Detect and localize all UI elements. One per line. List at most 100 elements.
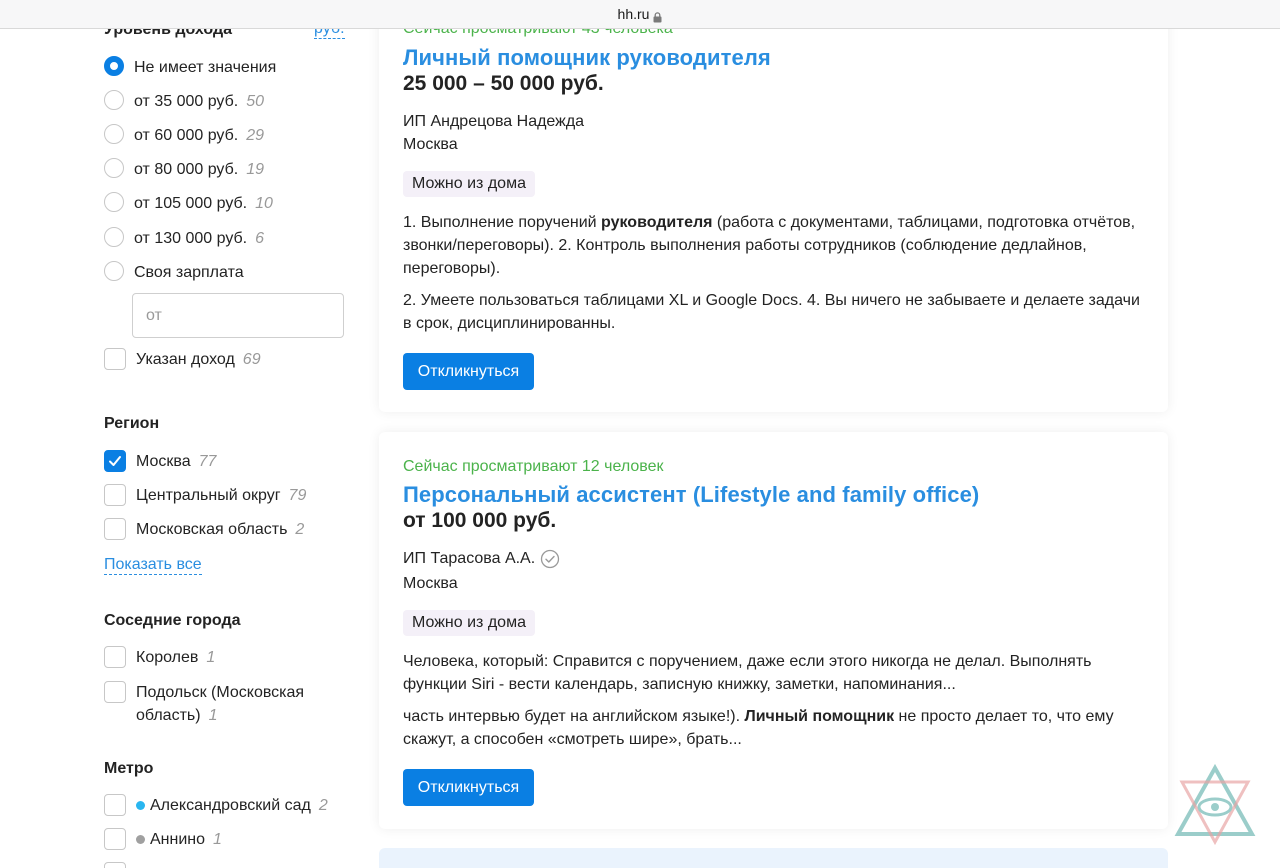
radio[interactable]: [104, 227, 124, 247]
region-option-moscow-oblast[interactable]: Московская область 2: [104, 518, 349, 541]
radio[interactable]: [104, 158, 124, 178]
checkbox[interactable]: [104, 862, 126, 868]
vacancy-card: Сейчас просматривают 43 человека Личный …: [379, 0, 1168, 412]
vacancy-responsibility-snippet: часть интервью будет на английском языке…: [403, 705, 1148, 751]
viewers-count: Сейчас просматривают 12 человек: [403, 458, 664, 475]
watermark-logo: [1172, 762, 1258, 848]
employer-link[interactable]: ИП Андрецова Надежда: [403, 113, 584, 131]
income-option-label: от 35 000 руб.: [134, 93, 239, 110]
income-option-count: 6: [255, 230, 265, 247]
checkbox[interactable]: [104, 646, 126, 668]
nearby-option-text: Подольск (Московская область) 1: [136, 681, 336, 727]
metro-option-alexandrovsky-sad[interactable]: Александровский сад 2: [104, 794, 349, 817]
vacancy-card-next: [379, 848, 1168, 868]
metro-option-count: 1: [213, 831, 222, 848]
radio[interactable]: [104, 261, 124, 281]
income-option-80000[interactable]: от 80 000 руб. 19: [104, 158, 349, 181]
metro-line-dot: [136, 835, 145, 844]
region-option-moscow[interactable]: Москва 77: [104, 450, 349, 473]
nearby-option-label: Подольск (Московская область): [136, 684, 305, 724]
checkbox[interactable]: [104, 518, 126, 540]
income-option-130000[interactable]: от 130 000 руб. 6: [104, 227, 349, 250]
nearby-option-count: 1: [206, 649, 216, 666]
url-text: hh.ru: [617, 6, 650, 22]
checkbox[interactable]: [104, 681, 126, 703]
region-option-central[interactable]: Центральный округ 79: [104, 484, 349, 507]
radio[interactable]: [104, 90, 124, 110]
metro-option-count: 2: [318, 797, 328, 814]
income-option-count: 29: [246, 127, 265, 144]
region-option-label: Московская область: [136, 521, 288, 538]
remote-work-tag: Можно из дома: [403, 610, 535, 636]
checkbox[interactable]: [104, 348, 126, 370]
verified-employer-icon: [540, 549, 560, 569]
nearby-option-label: Королев: [136, 649, 199, 666]
respond-button[interactable]: Откликнуться: [403, 353, 534, 390]
income-option-label: Не имеет значения: [134, 59, 277, 76]
snippet-text: часть интервью будет на английском языке…: [403, 708, 745, 725]
metro-option-annino[interactable]: Аннино 1: [104, 828, 349, 851]
metro-option-label: Александровский сад: [150, 797, 311, 814]
region-filter-title: Регион: [104, 415, 160, 432]
checkbox[interactable]: [104, 484, 126, 506]
nearby-option-korolev[interactable]: Королев 1: [104, 646, 349, 669]
checkbox[interactable]: [104, 794, 126, 816]
show-all-regions-link[interactable]: Показать все: [104, 556, 202, 575]
income-specified-checkbox[interactable]: Указан доход 69: [104, 348, 349, 371]
metro-option-label: Аннино: [150, 831, 206, 848]
metro-line-dot: [136, 801, 145, 810]
custom-salary-input[interactable]: [132, 293, 344, 338]
employer-link[interactable]: ИП Тарасова А.А.: [403, 549, 560, 569]
employer-name: ИП Тарасова А.А.: [403, 550, 536, 567]
income-option-label: Своя зарплата: [134, 264, 244, 281]
income-option-label: от 60 000 руб.: [134, 127, 239, 144]
radio-checked[interactable]: [104, 56, 124, 76]
checkbox-label: Указан доход: [136, 351, 235, 368]
vacancy-city: Москва: [403, 575, 458, 592]
snippet-highlight: руководителя: [601, 214, 713, 231]
vacancy-card: Сейчас просматривают 12 человек Персонал…: [379, 432, 1168, 829]
vacancy-salary: от 100 000 руб.: [403, 509, 557, 532]
vacancy-title-link[interactable]: Личный помощник руководителя: [403, 45, 771, 71]
income-option-label: от 130 000 руб.: [134, 230, 248, 247]
checkbox-count: 69: [242, 351, 261, 368]
income-option-count: 50: [246, 93, 265, 110]
vacancy-responsibility-snippet: 1. Выполнение поручений руководителя (ра…: [403, 211, 1148, 280]
checkbox[interactable]: [104, 828, 126, 850]
region-option-count: 77: [198, 453, 217, 470]
lock-icon: [653, 10, 662, 22]
income-option-custom[interactable]: Своя зарплата: [104, 261, 349, 284]
check-icon: [109, 456, 121, 466]
page: hh.ru Уровень дохода руб. Не имеет значе…: [0, 0, 1280, 868]
vacancy-salary: 25 000 – 50 000 руб.: [403, 72, 604, 95]
income-option-35000[interactable]: от 35 000 руб. 50: [104, 90, 349, 113]
region-option-label: Москва: [136, 453, 191, 470]
vacancy-requirement-snippet: Человека, который: Справится с поручение…: [403, 653, 1092, 693]
employer-name: ИП Андрецова Надежда: [403, 113, 585, 130]
nearby-option-podolsk[interactable]: Подольск (Московская область) 1: [104, 681, 349, 727]
income-option-count: 19: [246, 161, 265, 178]
vacancy-title-link[interactable]: Персональный ассистент (Lifestyle and fa…: [403, 482, 979, 508]
snippet-highlight: Личный помощник: [744, 708, 895, 725]
income-option-label: от 105 000 руб.: [134, 195, 248, 212]
checkbox-checked[interactable]: [104, 450, 126, 472]
region-option-label: Центральный округ: [136, 487, 281, 504]
respond-button[interactable]: Откликнуться: [403, 769, 534, 806]
radio[interactable]: [104, 192, 124, 212]
vacancy-city: Москва: [403, 136, 458, 153]
snippet-text: 1. Выполнение поручений: [403, 214, 602, 231]
region-option-count: 2: [295, 521, 305, 538]
radio[interactable]: [104, 124, 124, 144]
browser-address-bar[interactable]: hh.ru: [0, 0, 1280, 29]
region-option-count: 79: [288, 487, 307, 504]
income-option-count: 10: [255, 195, 273, 212]
income-option-105000[interactable]: от 105 000 руб. 10: [104, 192, 349, 215]
nearby-cities-title: Соседние города: [104, 612, 241, 629]
income-option-any[interactable]: Не имеет значения: [104, 56, 349, 79]
income-option-label: от 80 000 руб.: [134, 161, 239, 178]
remote-work-tag: Можно из дома: [403, 171, 535, 197]
nearby-option-count: 1: [208, 707, 218, 724]
income-option-60000[interactable]: от 60 000 руб. 29: [104, 124, 349, 147]
metro-option-partial[interactable]: [104, 862, 349, 868]
metro-filter-title: Метро: [104, 760, 154, 777]
